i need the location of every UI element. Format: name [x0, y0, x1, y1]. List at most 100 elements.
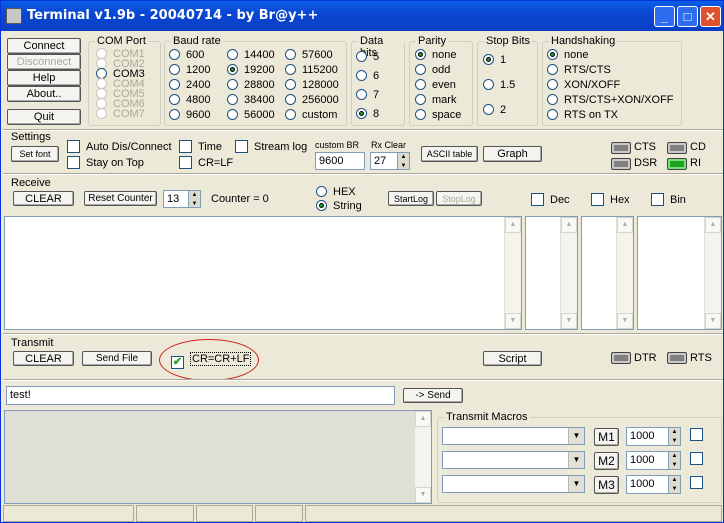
parity-radio-odd[interactable]: odd [415, 63, 450, 77]
bin-scrollbar[interactable]: ▲ ▼ [704, 217, 721, 329]
baud-radio-38400[interactable]: 38400 [227, 93, 275, 107]
hex-scrollbar[interactable]: ▲ ▼ [616, 217, 633, 329]
parity-radio-even[interactable]: even [415, 78, 456, 92]
scroll-up-icon[interactable]: ▲ [561, 217, 577, 233]
macro-button-2[interactable]: M2 [594, 452, 619, 470]
macro-repeat-checkbox-1[interactable] [690, 428, 709, 442]
data-bits-radio-6[interactable]: 6 [356, 69, 379, 83]
disconnect-button[interactable]: Disconnect [7, 54, 81, 70]
baud-radio-1200[interactable]: 1200 [169, 63, 210, 77]
script-button[interactable]: Script [483, 351, 542, 366]
baud-radio-115200[interactable]: 115200 [285, 63, 338, 77]
stream-log-checkbox[interactable]: Stream log [235, 140, 307, 154]
send-button[interactable]: -> Send [403, 388, 463, 403]
transmit-text-pane[interactable]: ▲ ▼ [4, 410, 432, 504]
receive-clear-button[interactable]: CLEAR [13, 191, 74, 206]
baud-radio-28800[interactable]: 28800 [227, 78, 275, 92]
auto-dis-connect-checkbox[interactable]: Auto Dis/Connect [67, 140, 172, 154]
scroll-up-icon[interactable]: ▲ [705, 217, 721, 233]
graph-button[interactable]: Graph [483, 146, 542, 162]
title-bar[interactable]: Terminal v1.9b - 20040714 - by Br@y++ _ … [1, 1, 723, 31]
stoplog-button[interactable]: StopLog [436, 191, 482, 206]
baud-radio-19200[interactable]: 19200 [227, 63, 275, 77]
hex-pane[interactable]: ▲ ▼ [581, 216, 634, 330]
connect-button[interactable]: Connect [7, 38, 81, 54]
stop-bits-radio-1[interactable]: 1.5 [483, 78, 515, 92]
custom-br-input[interactable]: 9600 [315, 152, 365, 170]
set-font-button[interactable]: Set font [11, 146, 59, 162]
spin-arrows-icon[interactable]: ▲ ▼ [668, 476, 680, 493]
dec-checkbox[interactable]: Dec [531, 193, 570, 207]
macro-combo-3[interactable]: ▼ [442, 475, 585, 493]
macro-repeat-checkbox-2[interactable] [690, 452, 709, 466]
dropdown-arrow-icon[interactable]: ▼ [568, 476, 584, 492]
time-checkbox[interactable]: Time [179, 140, 222, 154]
data-bits-radio-7[interactable]: 7 [356, 88, 379, 102]
close-button[interactable]: ✕ [700, 6, 721, 27]
stay-on-top-checkbox[interactable]: Stay on Top [67, 156, 144, 170]
handshaking-radio-2[interactable]: XON/XOFF [547, 78, 620, 92]
about-button[interactable]: About.. [7, 86, 81, 102]
macro-repeat-checkbox-3[interactable] [690, 476, 709, 490]
ascii-table-button[interactable]: ASCII table [421, 146, 478, 162]
parity-radio-space[interactable]: space [415, 108, 461, 122]
scroll-up-icon[interactable]: ▲ [505, 217, 521, 233]
receive-text-pane[interactable]: ▲ ▼ [4, 216, 522, 330]
data-bits-radio-8[interactable]: 8 [356, 107, 379, 121]
spin-arrows-icon[interactable]: ▲ ▼ [397, 153, 409, 169]
reset-counter-button[interactable]: Reset Counter [84, 191, 157, 206]
macro-combo-2[interactable]: ▼ [442, 451, 585, 469]
quit-button[interactable]: Quit [7, 109, 81, 125]
macro-interval-3[interactable]: 1000 ▲ ▼ [626, 475, 681, 494]
macro-combo-1[interactable]: ▼ [442, 427, 585, 445]
startlog-button[interactable]: StartLog [388, 191, 434, 206]
baud-radio-2400[interactable]: 2400 [169, 78, 210, 92]
send-file-button[interactable]: Send File [82, 351, 152, 366]
scroll-down-icon[interactable]: ▼ [705, 313, 721, 329]
handshaking-radio-3[interactable]: RTS/CTS+XON/XOFF [547, 93, 674, 107]
cr-lf-checkbox[interactable]: CR=LF [179, 156, 233, 170]
parity-radio-mark[interactable]: mark [415, 93, 456, 107]
spin-arrows-icon[interactable]: ▲ ▼ [668, 452, 680, 469]
macro-button-1[interactable]: M1 [594, 428, 619, 446]
baud-radio-57600[interactable]: 57600 [285, 48, 333, 62]
scroll-down-icon[interactable]: ▼ [617, 313, 633, 329]
bin-checkbox[interactable]: Bin [651, 193, 686, 207]
dropdown-arrow-icon[interactable]: ▼ [568, 428, 584, 444]
parity-radio-none[interactable]: none [415, 48, 456, 62]
receive-scrollbar[interactable]: ▲ ▼ [504, 217, 521, 329]
dropdown-arrow-icon[interactable]: ▼ [568, 452, 584, 468]
macro-button-3[interactable]: M3 [594, 476, 619, 494]
rx-clear-spinner[interactable]: 27 ▲ ▼ [370, 152, 410, 170]
scroll-down-icon[interactable]: ▼ [505, 313, 521, 329]
baud-radio-4800[interactable]: 4800 [169, 93, 210, 107]
transmit-clear-button[interactable]: CLEAR [13, 351, 74, 366]
scroll-up-icon[interactable]: ▲ [617, 217, 633, 233]
spin-arrows-icon[interactable]: ▲ ▼ [668, 428, 680, 445]
baud-radio-14400[interactable]: 14400 [227, 48, 275, 62]
baud-radio-256000[interactable]: 256000 [285, 93, 339, 107]
help-button[interactable]: Help [7, 70, 81, 86]
macro-interval-1[interactable]: 1000 ▲ ▼ [626, 427, 681, 446]
scroll-down-icon[interactable]: ▼ [415, 487, 431, 503]
transmit-input[interactable]: test! [6, 386, 395, 405]
baud-radio-custom[interactable]: custom [285, 108, 337, 122]
handshaking-radio-0[interactable]: none [547, 48, 588, 62]
baud-radio-600[interactable]: 600 [169, 48, 204, 62]
baud-radio-128000[interactable]: 128000 [285, 78, 339, 92]
bin-pane[interactable]: ▲ ▼ [637, 216, 722, 330]
minimize-button[interactable]: _ [654, 6, 675, 27]
string-radio[interactable]: String [316, 199, 362, 213]
stop-bits-radio-0[interactable]: 1 [483, 53, 506, 67]
com-port-radio-com7[interactable]: COM7 [96, 107, 145, 121]
hex-checkbox[interactable]: Hex [591, 193, 630, 207]
transmit-scrollbar[interactable]: ▲ ▼ [414, 411, 431, 503]
baud-radio-56000[interactable]: 56000 [227, 108, 275, 122]
handshaking-radio-1[interactable]: RTS/CTS [547, 63, 611, 77]
maximize-button[interactable]: □ [677, 6, 698, 27]
spin-arrows-icon[interactable]: ▲ ▼ [188, 191, 200, 207]
stop-bits-radio-2[interactable]: 2 [483, 103, 506, 117]
hex-radio[interactable]: HEX [316, 185, 356, 199]
scroll-down-icon[interactable]: ▼ [561, 313, 577, 329]
dec-pane[interactable]: ▲ ▼ [525, 216, 578, 330]
